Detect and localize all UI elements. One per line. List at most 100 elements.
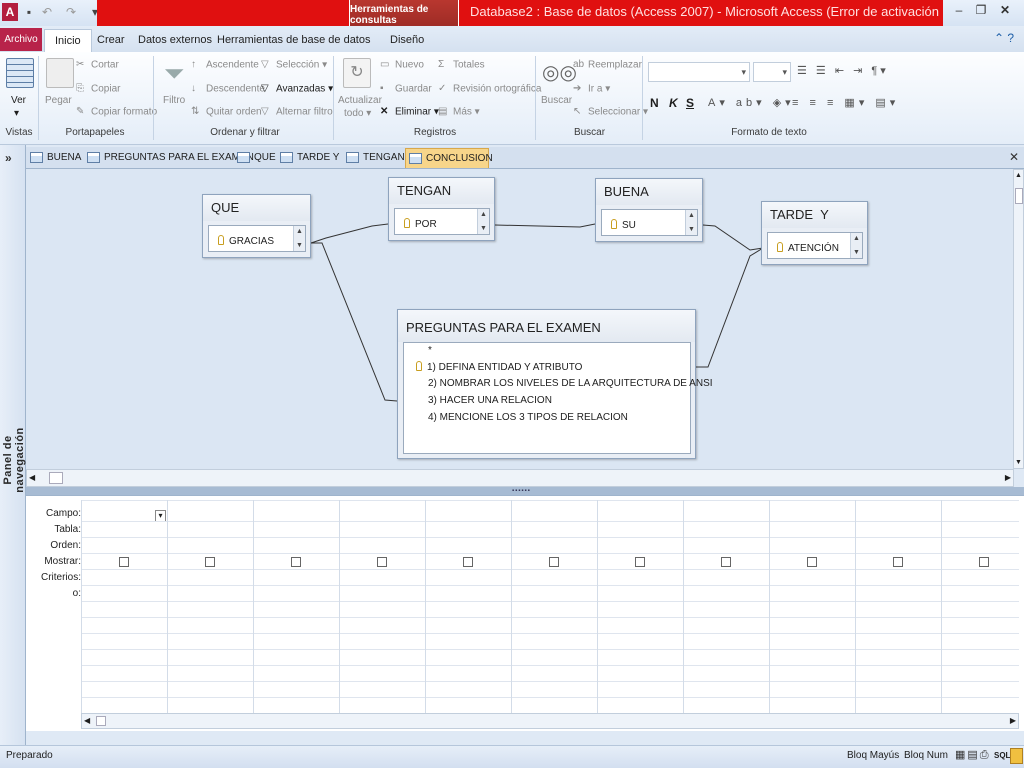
field-list-scrollbar[interactable]: ▲ ▼	[850, 233, 862, 258]
scroll-down-icon[interactable]: ▼	[852, 248, 861, 257]
scroll-up-icon[interactable]: ▲	[1015, 172, 1022, 179]
seleccionar-button[interactable]: ↖ Seleccionar ▾	[573, 106, 648, 118]
scroll-left-icon[interactable]: ◀	[84, 716, 90, 725]
field-pregunta-4[interactable]: 4) MENCIONE LOS 3 TIPOS DE RELACION	[428, 412, 628, 423]
list-format-icons[interactable]: ☰ ☰ ⇤ ⇥ ¶▾	[797, 64, 889, 77]
scroll-thumb[interactable]	[96, 716, 106, 726]
grid-column[interactable]	[597, 500, 683, 713]
font-family-select[interactable]: ▾	[648, 62, 750, 82]
scroll-right-icon[interactable]: ▶	[1010, 716, 1016, 725]
nuevo-button[interactable]: ▭ Nuevo	[380, 59, 424, 71]
italic-button[interactable]: K	[669, 96, 678, 110]
bold-button[interactable]: N	[650, 96, 659, 110]
table-preguntas-para-el-examen[interactable]: PREGUNTAS PARA EL EXAMEN * 1) DEFINA ENT…	[397, 309, 713, 459]
close-document-icon[interactable]: ✕	[1009, 150, 1019, 164]
font-color-icons[interactable]: A▾ ab▾ ◈▾	[708, 96, 795, 109]
mostrar-checkbox[interactable]	[549, 557, 559, 567]
cortar-button[interactable]: ✂ Cortar	[76, 59, 119, 71]
quitar-orden-button[interactable]: ⇅ Quitar orden	[191, 106, 262, 118]
actualizar-todo-label[interactable]: todo ▾	[344, 108, 371, 119]
avanzadas-button[interactable]: ▽ Avanzadas ▾	[261, 83, 333, 95]
restore-button[interactable]: ❐	[970, 2, 992, 20]
expand-nav-icon[interactable]: »	[5, 151, 12, 165]
actualizar-button[interactable]: Actualizar	[338, 95, 382, 106]
field-pregunta-2[interactable]: 2) NOMBRAR LOS NIVELES DE LA ARQUITECTUR…	[428, 378, 713, 389]
grid-horizontal-scrollbar[interactable]: ◀ ▶	[81, 713, 1019, 729]
field-pregunta-1[interactable]: 1) DEFINA ENTIDAD Y ATRIBUTO	[416, 361, 582, 373]
filter-icon[interactable]: ⏷	[160, 58, 188, 88]
mas-button[interactable]: ▤ Más ▾	[438, 106, 480, 118]
undo-icon[interactable]: ↶	[38, 3, 56, 21]
view-switcher-icons[interactable]: ▦▤⎙	[955, 748, 991, 762]
grid-column[interactable]	[855, 500, 941, 713]
scroll-up-icon[interactable]: ▲	[295, 227, 304, 236]
mostrar-checkbox[interactable]	[979, 557, 989, 567]
mostrar-checkbox[interactable]	[205, 557, 215, 567]
mostrar-checkbox[interactable]	[635, 557, 645, 567]
scroll-down-icon[interactable]: ▼	[687, 225, 696, 234]
totales-button[interactable]: Σ Totales	[438, 59, 485, 71]
minimize-button[interactable]: –	[948, 2, 970, 20]
doc-tab-buena[interactable]: BUENA	[27, 148, 81, 168]
pane-splitter[interactable]: ▪▪▪▪▪▪	[26, 487, 1024, 495]
sql-view-button[interactable]: SQL	[994, 751, 1010, 760]
field-list-scrollbar[interactable]: ▲ ▼	[293, 226, 305, 251]
mostrar-checkbox[interactable]	[721, 557, 731, 567]
underline-button[interactable]: S	[686, 96, 694, 110]
diagram-vertical-scrollbar[interactable]: ▲ ▼	[1013, 169, 1024, 469]
grid-column[interactable]	[511, 500, 597, 713]
grid-column[interactable]	[425, 500, 511, 713]
tab-inicio[interactable]: Inicio	[44, 29, 92, 53]
field-all[interactable]: *	[428, 345, 432, 356]
save-icon[interactable]: ▪	[20, 3, 38, 21]
reemplazar-button[interactable]: ab Reemplazar	[573, 59, 642, 71]
help-icon[interactable]: ⌃ ?	[994, 31, 1014, 45]
table-buena[interactable]: BUENA SU ▲ ▼	[595, 178, 703, 242]
grid-column[interactable]	[253, 500, 339, 713]
doc-tab-tengan[interactable]: TENGAN	[343, 148, 405, 168]
scroll-down-icon[interactable]: ▼	[295, 241, 304, 250]
mostrar-checkbox[interactable]	[463, 557, 473, 567]
scroll-left-icon[interactable]: ◀	[29, 473, 35, 482]
field-su[interactable]: SU	[611, 219, 636, 231]
grid-column[interactable]	[167, 500, 253, 713]
mostrar-checkbox[interactable]	[807, 557, 817, 567]
scroll-up-icon[interactable]: ▲	[852, 234, 861, 243]
grid-column[interactable]	[339, 500, 425, 713]
copiar-formato-button[interactable]: ✎ Copiar formato	[76, 106, 157, 118]
font-size-select[interactable]: ▾	[753, 62, 791, 82]
mostrar-checkbox[interactable]	[291, 557, 301, 567]
guardar-button[interactable]: ▪ Guardar	[380, 83, 432, 95]
mostrar-checkbox[interactable]	[119, 557, 129, 567]
tab-diseno[interactable]: Diseño	[380, 29, 434, 51]
redo-icon[interactable]: ↷	[62, 3, 80, 21]
paste-icon[interactable]	[46, 58, 74, 88]
alternar-filtro-button[interactable]: ▽ Alternar filtro	[261, 106, 333, 118]
close-button[interactable]: ✕	[994, 2, 1016, 20]
align-icons[interactable]: ≡ ≡ ≡ ▦▾ ▤▾	[792, 96, 899, 109]
field-atencion[interactable]: ATENCIÓN	[777, 242, 839, 254]
table-tarde-y[interactable]: TARDE Y ATENCIÓN ▲ ▼	[761, 201, 868, 265]
grid-column[interactable]	[941, 500, 1024, 713]
field-por[interactable]: POR	[404, 218, 437, 230]
doc-tab-conclusion[interactable]: CONCLUSION	[405, 148, 493, 168]
scroll-down-icon[interactable]: ▼	[1015, 459, 1022, 466]
doc-tab-preguntas[interactable]: PREGUNTAS PARA EL EXAMEN	[84, 148, 254, 168]
tab-archivo[interactable]: Archivo	[0, 28, 42, 51]
scroll-thumb[interactable]	[49, 472, 63, 484]
grid-column[interactable]	[769, 500, 855, 713]
buscar-button[interactable]: Buscar	[541, 95, 572, 106]
field-list-scrollbar[interactable]: ▲ ▼	[685, 210, 697, 235]
descendente-button[interactable]: ↓ Descendente	[191, 83, 265, 95]
doc-tab-tarde[interactable]: TARDE Y	[277, 148, 339, 168]
access-app-icon[interactable]: A	[2, 3, 18, 21]
ver-button[interactable]: Ver	[11, 95, 26, 106]
scroll-up-icon[interactable]: ▲	[687, 211, 696, 220]
seleccion-button[interactable]: ▽ Selección ▾	[261, 59, 327, 71]
doc-tab-que[interactable]: QUE	[234, 148, 276, 168]
design-view-button[interactable]	[1010, 748, 1023, 764]
table-tengan[interactable]: TENGAN POR ▲ ▼	[388, 177, 495, 241]
scroll-thumb[interactable]	[1015, 188, 1023, 204]
revision-button[interactable]: ✓ Revisión ortográfica	[438, 83, 541, 95]
scroll-right-icon[interactable]: ▶	[1005, 473, 1011, 482]
